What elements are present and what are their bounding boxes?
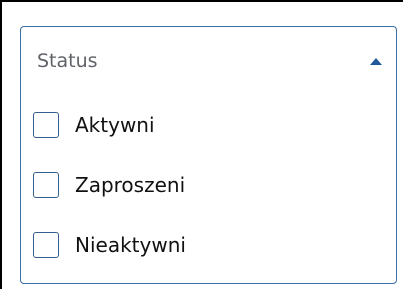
option-zaproszeni[interactable]: Zaproszeni [33,167,383,207]
dropdown-title: Status [37,50,98,72]
status-filter-dropdown: Status Aktywni Zaproszeni Nieaktywni [20,26,397,284]
checkbox[interactable] [33,172,59,198]
option-label: Nieaktywni [75,233,186,257]
option-nieaktywni[interactable]: Nieaktywni [33,227,383,267]
option-label: Aktywni [75,113,155,137]
option-aktywni[interactable]: Aktywni [33,107,383,147]
option-label: Zaproszeni [75,173,186,197]
caret-up-icon[interactable] [370,58,382,65]
checkbox[interactable] [33,232,59,258]
dropdown-header[interactable]: Status [21,27,396,93]
checkbox[interactable] [33,112,59,138]
